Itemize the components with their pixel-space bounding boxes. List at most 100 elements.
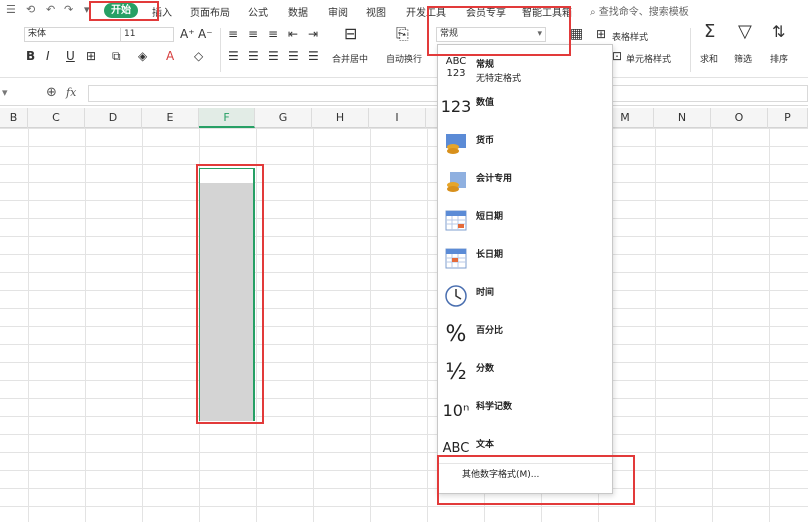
font-size-select[interactable]: 11 <box>120 27 174 42</box>
align-top-icon[interactable]: ≡ <box>228 27 238 41</box>
sum-icon[interactable]: Σ <box>704 23 715 41</box>
underline-button[interactable]: U <box>66 49 75 63</box>
search-icon: ⌕ <box>590 7 596 18</box>
border-icon[interactable]: ⊞ <box>86 49 96 63</box>
font-color-icon[interactable]: A <box>166 49 174 63</box>
tab-smart-tools[interactable]: 智能工具箱 <box>522 4 572 19</box>
filter-button[interactable]: 筛选 <box>734 52 752 65</box>
format-option-percent[interactable]: % 百分比 <box>438 315 612 353</box>
name-box-chevron-icon[interactable]: ▾ <box>2 86 8 99</box>
table-style-icon[interactable]: ⊞ <box>596 27 606 41</box>
undo-icon[interactable]: ↶ <box>46 3 55 16</box>
font-name-value: 宋体 <box>28 29 47 39</box>
search-placeholder: 查找命令、搜索模板 <box>598 7 689 18</box>
tab-view[interactable]: 视图 <box>366 4 386 19</box>
tab-data[interactable]: 数据 <box>288 4 308 19</box>
format-option-label: 百分比 <box>476 326 504 336</box>
format-option-long-date[interactable]: 长日期 <box>438 239 612 277</box>
format-option-label: 常规 <box>476 60 495 70</box>
quick-access-dropdown-icon[interactable]: ▾ <box>84 3 90 16</box>
formula-bar: ▾ ⊕ fx <box>0 82 808 106</box>
format-option-label: 长日期 <box>476 250 504 260</box>
bold-button[interactable]: B <box>26 49 35 63</box>
column-header-c[interactable]: C <box>28 108 85 128</box>
tab-page-layout[interactable]: 页面布局 <box>190 4 230 19</box>
format-option-time[interactable]: 时间 <box>438 277 612 315</box>
format-option-label: 数值 <box>476 98 495 108</box>
format-option-general[interactable]: ABC 123 常规 无特定格式 <box>438 49 612 87</box>
format-option-label: 会计专用 <box>476 174 513 184</box>
active-cell[interactable] <box>200 169 253 183</box>
table-style-button[interactable]: 表格样式 <box>612 30 648 43</box>
text-abc-icon: ABC <box>442 440 470 456</box>
conditional-format-icon[interactable]: ▦ <box>570 27 583 41</box>
column-header-h[interactable]: H <box>312 108 369 128</box>
format-option-accounting[interactable]: 会计专用 <box>438 163 612 201</box>
indent-increase-icon[interactable]: ⇥ <box>308 27 318 41</box>
align-middle-icon[interactable]: ≡ <box>248 27 258 41</box>
indent-decrease-icon[interactable]: ⇤ <box>288 27 298 41</box>
tab-developer[interactable]: 开发工具 <box>406 4 446 19</box>
print-preview-icon[interactable]: ⟲ <box>26 3 35 16</box>
align-center-icon[interactable]: ☰ <box>248 49 259 63</box>
wrap-text-button[interactable]: 自动换行 <box>386 52 422 65</box>
fill-color-icon[interactable]: ◈ <box>138 49 147 63</box>
column-headers: B C D E F G H I M N O P <box>0 108 808 128</box>
column-header-n[interactable]: N <box>654 108 711 128</box>
redo-icon[interactable]: ↷ <box>64 3 73 16</box>
more-number-formats-button[interactable]: 其他数字格式(M)... <box>438 463 612 485</box>
selected-range[interactable] <box>199 168 255 421</box>
format-option-short-date[interactable]: 短日期 <box>438 201 612 239</box>
format-option-label: 分数 <box>476 364 495 374</box>
font-size-value: 11 <box>124 29 136 39</box>
sum-button[interactable]: 求和 <box>700 52 718 65</box>
tab-member[interactable]: 会员专享 <box>466 4 506 19</box>
sort-icon[interactable]: ⇅ <box>772 24 785 40</box>
tab-home[interactable]: 开始 <box>104 3 138 18</box>
cell-style-icon[interactable]: ⊡ <box>612 49 622 63</box>
align-left-icon[interactable]: ☰ <box>228 49 239 63</box>
format-option-text[interactable]: ABC 文本 <box>438 429 612 467</box>
tab-review[interactable]: 审阅 <box>328 4 348 19</box>
file-menu-icon[interactable]: ☰ <box>6 3 16 16</box>
abc-123-icon: ABC 123 <box>445 56 467 79</box>
align-right-icon[interactable]: ☰ <box>268 49 279 63</box>
tab-formulas[interactable]: 公式 <box>248 4 268 19</box>
filter-icon[interactable]: ▽ <box>738 23 752 41</box>
ribbon-separator <box>690 28 691 72</box>
justify-icon[interactable]: ☰ <box>288 49 299 63</box>
column-header-p[interactable]: P <box>768 108 808 128</box>
clear-format-icon[interactable]: ◇ <box>194 49 203 63</box>
format-option-fraction[interactable]: ½ 分数 <box>438 353 612 391</box>
column-header-o[interactable]: O <box>711 108 768 128</box>
format-option-currency[interactable]: 货币 <box>438 125 612 163</box>
merge-center-icon[interactable]: ⊟ <box>344 26 357 42</box>
column-header-d[interactable]: D <box>85 108 142 128</box>
column-header-f[interactable]: F <box>199 108 255 128</box>
sort-button[interactable]: 排序 <box>770 52 788 65</box>
format-option-label: 科学记数 <box>476 402 513 412</box>
number-format-select[interactable]: 常规 ▾ <box>436 27 546 42</box>
command-search[interactable]: ⌕ 查找命令、搜索模板 <box>590 3 689 18</box>
format-option-scientific[interactable]: 10ⁿ 科学记数 <box>438 391 612 429</box>
format-option-number[interactable]: 123 数值 <box>438 87 612 125</box>
align-bottom-icon[interactable]: ≡ <box>268 27 278 41</box>
column-header-e[interactable]: E <box>142 108 199 128</box>
number-icon: 123 <box>440 96 472 116</box>
spreadsheet-grid[interactable] <box>0 128 808 522</box>
cell-style-button[interactable]: 单元格样式 <box>626 52 671 65</box>
column-header-b[interactable]: B <box>0 108 28 128</box>
italic-button[interactable]: I <box>46 49 50 63</box>
distributed-icon[interactable]: ☰ <box>308 49 319 63</box>
increase-font-icon[interactable]: A⁺ <box>180 27 195 41</box>
decrease-font-icon[interactable]: A⁻ <box>198 27 213 41</box>
wrap-text-icon[interactable]: ⎘ <box>396 26 409 42</box>
fx-icon[interactable]: fx <box>66 86 76 99</box>
zoom-icon[interactable]: ⊕ <box>46 85 57 100</box>
tab-insert[interactable]: 插入 <box>152 4 172 19</box>
column-header-g[interactable]: G <box>255 108 312 128</box>
merge-center-button[interactable]: 合并居中 <box>332 52 368 65</box>
menu-bar: ☰ ⟲ ↶ ↷ ▾ 开始 插入 页面布局 公式 数据 审阅 视图 开发工具 会员… <box>0 0 808 22</box>
column-header-i[interactable]: I <box>369 108 426 128</box>
fill-pattern-icon[interactable]: ⧉ <box>112 49 121 63</box>
